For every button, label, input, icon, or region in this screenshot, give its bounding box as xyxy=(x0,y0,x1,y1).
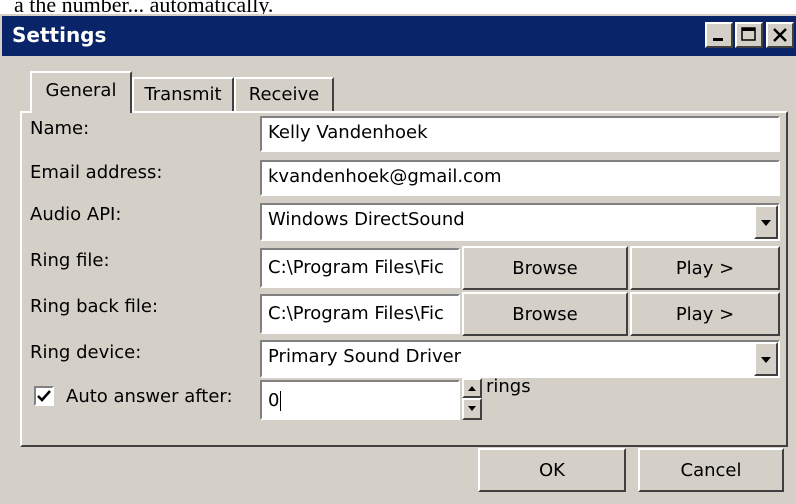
audio-api-label: Audio API: xyxy=(30,204,122,225)
window-title: Settings xyxy=(12,23,107,47)
tab-general[interactable]: General xyxy=(30,71,132,113)
email-label: Email address: xyxy=(30,162,163,183)
auto-answer-label: Auto answer after: xyxy=(66,386,233,407)
maximize-icon xyxy=(741,27,756,41)
minimize-button[interactable] xyxy=(705,22,733,48)
spin-up-icon xyxy=(468,386,476,391)
background-caption: a the number... automatically. xyxy=(14,0,274,14)
dropdown-arrow-icon xyxy=(761,220,771,226)
close-icon xyxy=(773,28,787,42)
dropdown-button[interactable] xyxy=(754,342,778,376)
ok-button[interactable]: OK xyxy=(478,448,626,492)
auto-answer-checkbox[interactable] xyxy=(34,386,54,406)
ring-back-file-field[interactable]: C:\Program Files\Fic xyxy=(260,294,460,334)
name-label: Name: xyxy=(30,118,90,139)
audio-api-select[interactable]: Windows DirectSound xyxy=(260,203,780,241)
ring-device-select[interactable]: Primary Sound Driver xyxy=(260,340,780,378)
rings-label: rings xyxy=(486,376,531,397)
ring-device-value: Primary Sound Driver xyxy=(268,346,462,367)
ring-device-label: Ring device: xyxy=(30,342,142,363)
spin-up-button[interactable] xyxy=(462,378,482,398)
text-caret xyxy=(280,391,282,411)
ring-back-play-button[interactable]: Play > xyxy=(630,292,780,336)
spin-down-icon xyxy=(468,406,476,411)
name-field[interactable]: Kelly Vandenhoek xyxy=(260,116,780,152)
ring-file-label: Ring file: xyxy=(30,250,110,271)
ring-file-play-button[interactable]: Play > xyxy=(630,246,780,290)
ring-back-browse-button[interactable]: Browse xyxy=(462,292,628,336)
cancel-button[interactable]: Cancel xyxy=(638,448,784,492)
tab-transmit[interactable]: Transmit xyxy=(132,77,234,111)
title-bar[interactable]: Settings xyxy=(2,16,796,56)
ring-file-browse-button[interactable]: Browse xyxy=(462,246,628,290)
settings-window: Settings General Transmit Receive Name: … xyxy=(0,14,796,504)
close-button[interactable] xyxy=(766,22,794,48)
email-field[interactable]: kvandenhoek@gmail.com xyxy=(260,160,780,196)
spin-down-button[interactable] xyxy=(462,398,482,420)
ring-file-field[interactable]: C:\Program Files\Fic xyxy=(260,248,460,288)
checkmark-icon xyxy=(37,390,51,402)
tab-receive[interactable]: Receive xyxy=(234,77,334,111)
minimize-icon xyxy=(713,38,723,41)
maximize-button[interactable] xyxy=(735,22,763,48)
ring-back-file-label: Ring back file: xyxy=(30,296,159,317)
dropdown-arrow-icon xyxy=(761,357,771,363)
auto-answer-input[interactable]: 0 xyxy=(260,380,460,420)
dropdown-button[interactable] xyxy=(754,205,778,239)
audio-api-value: Windows DirectSound xyxy=(268,209,465,230)
auto-answer-value: 0 xyxy=(268,390,280,411)
